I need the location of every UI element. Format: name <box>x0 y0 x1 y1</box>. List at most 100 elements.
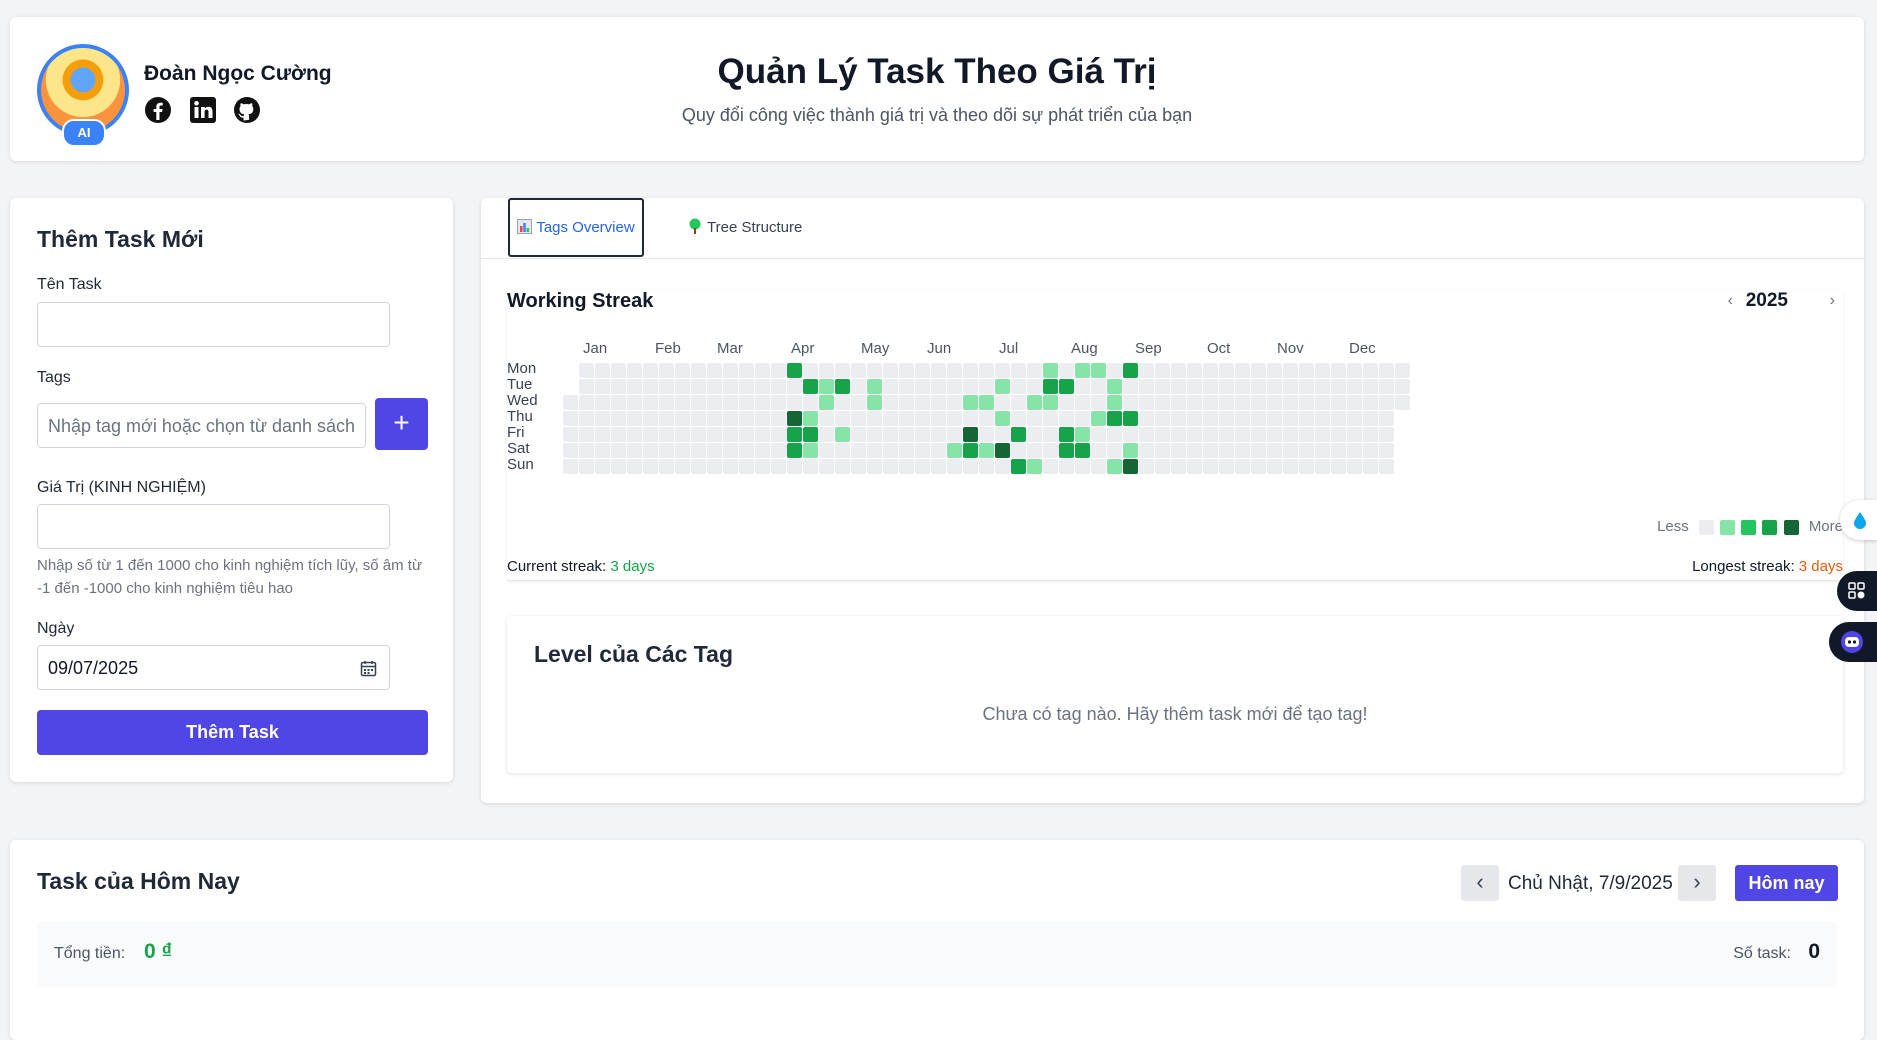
streak-cell-active <box>947 443 962 458</box>
streak-cell <box>851 379 866 394</box>
streak-cell <box>1267 459 1282 474</box>
page-title: Quản Lý Task Theo Giá Trị <box>717 52 1157 91</box>
streak-cell <box>931 443 946 458</box>
streak-cell <box>1331 411 1346 426</box>
streak-cell <box>1187 379 1202 394</box>
droplet-widget[interactable] <box>1840 500 1877 540</box>
add-task-button[interactable]: Thêm Task <box>37 710 428 755</box>
streak-cell <box>1331 363 1346 378</box>
streak-cell <box>1075 395 1090 410</box>
streak-cell <box>611 443 626 458</box>
streak-cell <box>1011 443 1026 458</box>
streak-cell <box>1139 411 1154 426</box>
today-button[interactable]: Hôm nay <box>1735 865 1838 901</box>
streak-cell <box>1107 427 1122 442</box>
streak-cell <box>627 427 642 442</box>
streak-cell <box>1219 459 1234 474</box>
streak-cell <box>1027 427 1042 442</box>
tab-label: Tree Structure <box>707 219 803 236</box>
next-day-button[interactable]: › <box>1678 865 1716 901</box>
streak-cell <box>1171 395 1186 410</box>
streak-cell <box>1171 411 1186 426</box>
streak-cell <box>1155 395 1170 410</box>
streak-cell <box>739 411 754 426</box>
streak-cell <box>1315 379 1330 394</box>
streak-cell-active <box>867 379 882 394</box>
legend-less: Less <box>1657 518 1689 535</box>
streak-cell <box>579 411 594 426</box>
tab-tags-overview[interactable]: Tags Overview <box>508 198 644 257</box>
streak-cell <box>1107 443 1122 458</box>
legend-more: More <box>1808 518 1843 535</box>
streak-cell-active <box>995 379 1010 394</box>
streak-cell <box>1187 395 1202 410</box>
streak-cell <box>1299 379 1314 394</box>
streak-cell <box>1283 379 1298 394</box>
value-input[interactable] <box>37 504 390 549</box>
streak-cell <box>819 427 834 442</box>
apps-widget[interactable] <box>1837 571 1877 611</box>
streak-cell <box>1235 459 1250 474</box>
streak-cell <box>1171 363 1186 378</box>
value-label: Giá Trị (KINH NGHIỆM) <box>37 479 206 496</box>
streak-cell <box>611 395 626 410</box>
tags-input[interactable]: Nhập tag mới hoặc chọn từ danh sách <box>37 403 366 448</box>
task-name-input[interactable] <box>37 302 390 347</box>
streak-cell <box>1315 363 1330 378</box>
tab-label: Tags Overview <box>536 219 635 236</box>
streak-cell <box>675 379 690 394</box>
calendar-icon[interactable] <box>360 660 377 682</box>
streak-cell <box>835 395 850 410</box>
date-label: Ngày <box>37 620 75 637</box>
streak-cell <box>1027 443 1042 458</box>
streak-cell <box>771 411 786 426</box>
streak-cell <box>1155 443 1170 458</box>
streak-cell <box>1267 427 1282 442</box>
streak-cell <box>867 459 882 474</box>
streak-cell-active <box>963 443 978 458</box>
profile-header: AI Đoàn Ngọc Cường Quản Lý Task Theo Giá… <box>10 17 1864 161</box>
streak-cell <box>1203 411 1218 426</box>
streak-cell <box>947 395 962 410</box>
streak-cell <box>1235 395 1250 410</box>
streak-cell <box>1347 411 1362 426</box>
month-label: Aug <box>1071 340 1098 357</box>
tab-tree-structure[interactable]: Tree Structure <box>688 198 802 258</box>
legend-level-1 <box>1720 519 1736 535</box>
streak-cell <box>1059 395 1074 410</box>
streak-cell <box>563 411 578 426</box>
next-year-button[interactable]: › <box>1830 292 1835 310</box>
streak-cell <box>899 427 914 442</box>
year-label: 2025 <box>1745 290 1788 311</box>
add-tag-button[interactable]: + <box>375 398 428 450</box>
streak-cell <box>723 411 738 426</box>
streak-cell <box>1283 459 1298 474</box>
streak-cell <box>1235 411 1250 426</box>
streak-cell <box>563 459 578 474</box>
streak-cell <box>963 411 978 426</box>
streak-cell <box>979 411 994 426</box>
streak-cell <box>627 363 642 378</box>
streak-cell <box>1235 443 1250 458</box>
streak-cell <box>611 427 626 442</box>
streak-cell <box>755 379 770 394</box>
streak-cell <box>1203 427 1218 442</box>
streak-cell <box>947 411 962 426</box>
streak-cell <box>915 427 930 442</box>
streak-cell <box>1379 459 1394 474</box>
streak-cell <box>899 395 914 410</box>
streak-cell-active <box>1027 395 1042 410</box>
streak-cell-active <box>835 379 850 394</box>
streak-cell <box>1347 459 1362 474</box>
streak-cell <box>819 363 834 378</box>
streak-cell <box>675 427 690 442</box>
streak-cell <box>1251 459 1266 474</box>
streak-cell <box>643 459 658 474</box>
assistant-widget[interactable] <box>1829 622 1877 662</box>
working-streak: Working Streak ‹ 2025 › Jan Feb Mar Apr May J… <box>507 290 1843 581</box>
prev-day-button[interactable]: ‹ <box>1461 865 1499 901</box>
streak-cell <box>1011 379 1026 394</box>
prev-year-button[interactable]: ‹ <box>1728 292 1733 310</box>
month-label: Apr <box>791 340 815 357</box>
date-input[interactable]: 09/07/2025 <box>37 645 390 690</box>
